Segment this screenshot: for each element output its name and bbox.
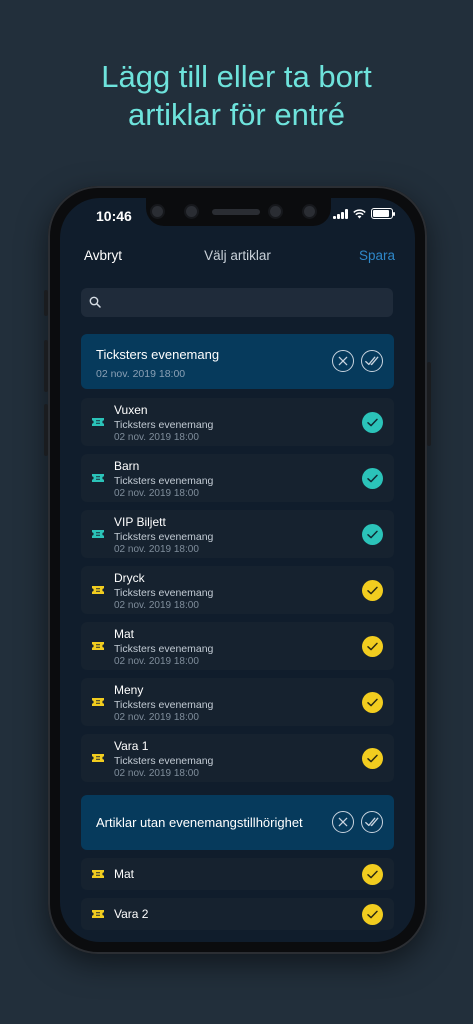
list-item[interactable]: Mat — [81, 858, 394, 890]
power-button — [427, 362, 431, 446]
status-icons — [333, 208, 395, 219]
item-date: 02 nov. 2019 18:00 — [114, 656, 199, 667]
item-name: Vara 2 — [114, 907, 149, 921]
selected-check-icon[interactable] — [362, 692, 383, 713]
notch — [146, 198, 331, 226]
item-date: 02 nov. 2019 18:00 — [114, 544, 199, 555]
item-event: Ticksters evenemang — [114, 587, 214, 599]
volume-down-button — [44, 404, 48, 456]
list-item[interactable]: Vara 2 — [81, 898, 394, 930]
search-input[interactable] — [107, 292, 391, 314]
proximity-sensor-icon — [304, 206, 315, 217]
selected-check-icon[interactable] — [362, 636, 383, 657]
group-title: Ticksters evenemang — [96, 347, 220, 362]
selected-check-icon[interactable] — [362, 864, 383, 885]
list-item[interactable]: Vara 1 Ticksters evenemang 02 nov. 2019 … — [81, 734, 394, 782]
headline-line-2: artiklar för entré — [127, 97, 346, 132]
item-date: 02 nov. 2019 18:00 — [114, 488, 199, 499]
item-event: Ticksters evenemang — [114, 699, 214, 711]
item-event: Ticksters evenemang — [114, 531, 214, 543]
sensor-icon — [186, 206, 197, 217]
product-icon — [92, 754, 104, 762]
selected-check-icon[interactable] — [362, 412, 383, 433]
product-icon — [92, 586, 104, 594]
select-all-button[interactable] — [361, 811, 383, 833]
status-time: 10:46 — [96, 208, 132, 224]
item-name: Mat — [114, 867, 135, 881]
list-item[interactable]: Vuxen Ticksters evenemang 02 nov. 2019 1… — [81, 398, 394, 446]
product-icon — [92, 870, 104, 878]
product-icon — [92, 910, 104, 918]
item-date: 02 nov. 2019 18:00 — [114, 768, 199, 779]
item-name: Vuxen — [114, 403, 148, 417]
item-name: Vara 1 — [114, 739, 149, 753]
headline: Lägg till eller ta bort artiklar för ent… — [0, 58, 473, 134]
deselect-all-button[interactable] — [332, 811, 354, 833]
selected-check-icon[interactable] — [362, 748, 383, 769]
deselect-all-button[interactable] — [332, 350, 354, 372]
selected-check-icon[interactable] — [362, 580, 383, 601]
mute-switch — [44, 290, 48, 316]
double-check-icon — [365, 817, 379, 827]
list-item[interactable]: Barn Ticksters evenemang 02 nov. 2019 18… — [81, 454, 394, 502]
phone-frame: 10:46 Avbryt Välj artiklar Spara Tickste… — [44, 186, 431, 954]
item-name: Mat — [114, 627, 135, 641]
group-title: Artiklar utan evenemangstillhörighet — [96, 815, 303, 830]
product-icon — [92, 698, 104, 706]
list-item[interactable]: Dryck Ticksters evenemang 02 nov. 2019 1… — [81, 566, 394, 614]
list-item[interactable]: Meny Ticksters evenemang 02 nov. 2019 18… — [81, 678, 394, 726]
cellular-signal-icon — [333, 208, 348, 219]
item-name: Meny — [114, 683, 144, 697]
item-date: 02 nov. 2019 18:00 — [114, 712, 199, 723]
list-item[interactable]: Mat Ticksters evenemang 02 nov. 2019 18:… — [81, 622, 394, 670]
volume-up-button — [44, 340, 48, 392]
item-date: 02 nov. 2019 18:00 — [114, 600, 199, 611]
list-item[interactable]: VIP Biljett Ticksters evenemang 02 nov. … — [81, 510, 394, 558]
group-header-event: Ticksters evenemang 02 nov. 2019 18:00 — [81, 334, 394, 389]
item-name: Barn — [114, 459, 140, 473]
double-check-icon — [365, 356, 379, 366]
item-event: Ticksters evenemang — [114, 755, 214, 767]
navigation-bar: Avbryt Välj artiklar Spara — [60, 246, 415, 270]
item-event: Ticksters evenemang — [114, 475, 214, 487]
battery-icon — [371, 208, 395, 219]
group-date: 02 nov. 2019 18:00 — [96, 368, 186, 380]
item-date: 02 nov. 2019 18:00 — [114, 432, 199, 443]
ticket-icon — [92, 418, 104, 426]
save-button[interactable]: Spara — [359, 248, 395, 263]
selected-check-icon[interactable] — [362, 524, 383, 545]
close-icon — [338, 817, 348, 827]
ticket-icon — [92, 474, 104, 482]
item-event: Ticksters evenemang — [114, 419, 214, 431]
search-icon — [89, 296, 101, 308]
ticket-icon — [92, 530, 104, 538]
phone-screen: 10:46 Avbryt Välj artiklar Spara Tickste… — [60, 198, 415, 942]
selected-check-icon[interactable] — [362, 904, 383, 925]
headline-line-1: Lägg till eller ta bort — [101, 59, 372, 94]
group-header-no-event: Artiklar utan evenemangstillhörighet — [81, 795, 394, 850]
selected-check-icon[interactable] — [362, 468, 383, 489]
wifi-icon — [353, 208, 366, 218]
camera-icon — [152, 206, 163, 217]
item-name: Dryck — [114, 571, 145, 585]
item-name: VIP Biljett — [114, 515, 166, 529]
close-icon — [338, 356, 348, 366]
select-all-button[interactable] — [361, 350, 383, 372]
item-event: Ticksters evenemang — [114, 643, 214, 655]
product-icon — [92, 642, 104, 650]
speaker-grille — [212, 209, 260, 215]
search-field[interactable] — [81, 288, 393, 317]
front-camera-icon — [270, 206, 281, 217]
